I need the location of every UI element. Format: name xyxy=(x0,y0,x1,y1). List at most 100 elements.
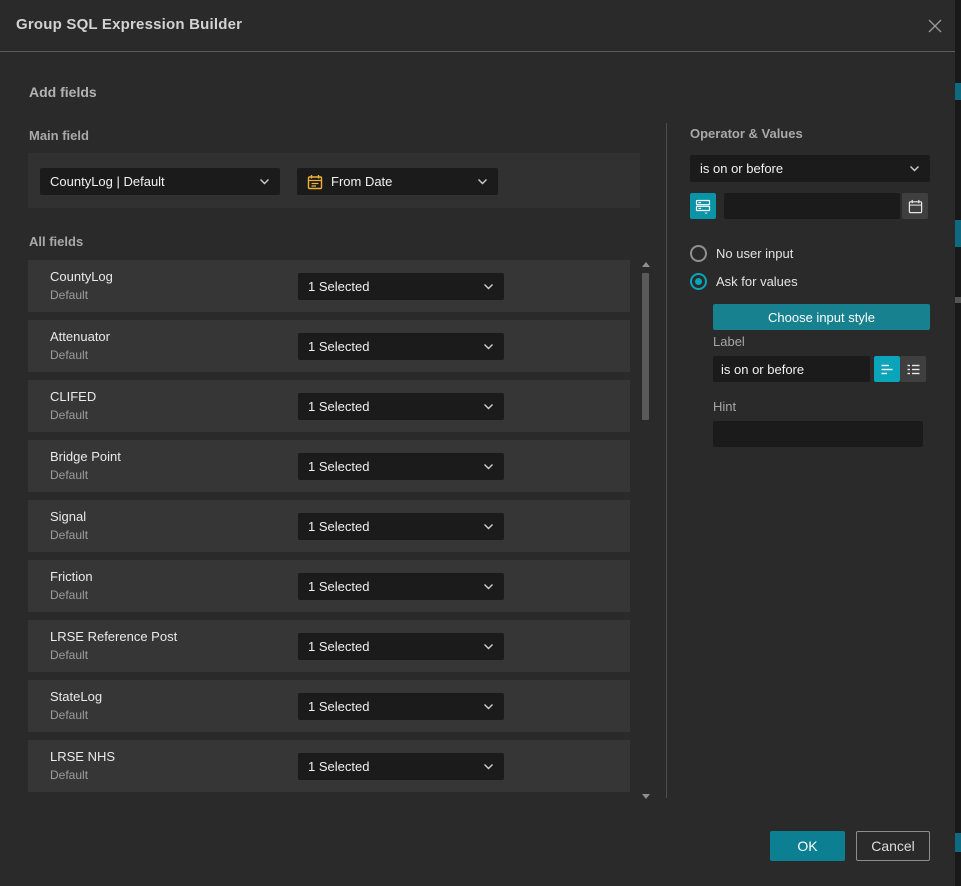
field-selected-dropdown[interactable]: 1 Selected xyxy=(298,393,504,420)
field-name: CountyLog xyxy=(50,269,113,284)
field-row: Signal Default 1 Selected xyxy=(28,500,630,552)
chevron-down-icon xyxy=(483,763,494,770)
field-selected-dropdown[interactable]: 1 Selected xyxy=(298,513,504,540)
field-subtitle: Default xyxy=(50,408,88,422)
date-picker-button[interactable] xyxy=(902,193,928,219)
field-name: Attenuator xyxy=(50,329,110,344)
scrollbar-down-button[interactable] xyxy=(641,794,650,800)
dataset-select-value: CountyLog | Default xyxy=(50,174,165,189)
field-selected-value: 1 Selected xyxy=(308,459,369,474)
field-selected-value: 1 Selected xyxy=(308,279,369,294)
chevron-down-icon xyxy=(483,463,494,470)
field-selected-value: 1 Selected xyxy=(308,519,369,534)
value-input[interactable] xyxy=(724,193,900,219)
field-row: StateLog Default 1 Selected xyxy=(28,680,630,732)
field-row: CountyLog Default 1 Selected xyxy=(28,260,630,312)
field-row: LRSE Reference Post Default 1 Selected xyxy=(28,620,630,672)
label-style-list-button[interactable] xyxy=(900,356,926,382)
field-selected-dropdown[interactable]: 1 Selected xyxy=(298,753,504,780)
operator-select-value: is on or before xyxy=(700,161,783,176)
hint-input[interactable] xyxy=(713,421,923,447)
column-divider xyxy=(666,123,667,798)
field-name: CLIFED xyxy=(50,389,96,404)
label-input[interactable] xyxy=(713,356,870,382)
field-selected-value: 1 Selected xyxy=(308,579,369,594)
calendar-icon xyxy=(307,174,323,190)
scrollbar-thumb[interactable] xyxy=(642,273,649,420)
field-subtitle: Default xyxy=(50,288,88,302)
field-subtitle: Default xyxy=(50,528,88,542)
label-style-single-button[interactable] xyxy=(874,356,900,382)
field-selected-value: 1 Selected xyxy=(308,699,369,714)
field-name: Bridge Point xyxy=(50,449,121,464)
chevron-down-icon xyxy=(483,523,494,530)
background-app-fragment xyxy=(955,220,961,247)
field-name: LRSE NHS xyxy=(50,749,115,764)
radio-circle-icon xyxy=(690,245,707,262)
all-fields-list: CountyLog Default 1 Selected Attenuator … xyxy=(28,260,630,792)
field-name: LRSE Reference Post xyxy=(50,629,177,644)
chevron-down-icon xyxy=(483,283,494,290)
field-subtitle: Default xyxy=(50,768,88,782)
field-subtitle: Default xyxy=(50,348,88,362)
choose-input-style-button[interactable]: Choose input style xyxy=(713,304,930,330)
field-name: StateLog xyxy=(50,689,102,704)
field-selected-value: 1 Selected xyxy=(308,399,369,414)
chevron-down-icon xyxy=(483,403,494,410)
chevron-down-icon xyxy=(483,583,494,590)
calendar-icon xyxy=(908,199,923,214)
background-app-fragment xyxy=(955,297,961,303)
add-fields-heading: Add fields xyxy=(29,84,97,100)
field-selected-dropdown[interactable]: 1 Selected xyxy=(298,333,504,360)
field-subtitle: Default xyxy=(50,708,88,722)
operator-select[interactable]: is on or before xyxy=(690,155,930,182)
field-row: LRSE NHS Default 1 Selected xyxy=(28,740,630,792)
dialog-title: Group SQL Expression Builder xyxy=(16,16,242,33)
radio-selected-icon xyxy=(690,273,707,290)
hint-caption: Hint xyxy=(713,399,736,414)
radio-ask-for-values-label: Ask for values xyxy=(716,274,798,289)
field-selected-value: 1 Selected xyxy=(308,339,369,354)
field-row: Friction Default 1 Selected xyxy=(28,560,630,612)
field-row: Attenuator Default 1 Selected xyxy=(28,320,630,372)
chevron-down-icon xyxy=(483,343,494,350)
chevron-down-icon xyxy=(477,178,488,185)
radio-no-user-input[interactable]: No user input xyxy=(690,245,793,262)
field-selected-dropdown[interactable]: 1 Selected xyxy=(298,633,504,660)
dataset-select[interactable]: CountyLog | Default xyxy=(40,168,280,195)
chevron-down-icon xyxy=(483,703,494,710)
main-field-select[interactable]: From Date xyxy=(297,168,498,195)
background-app-edge xyxy=(955,0,961,886)
align-left-icon xyxy=(880,363,895,376)
field-selected-dropdown[interactable]: 1 Selected xyxy=(298,573,504,600)
value-source-picker-button[interactable] xyxy=(690,193,716,219)
chevron-down-icon xyxy=(909,165,920,172)
background-app-fragment xyxy=(955,833,961,852)
field-subtitle: Default xyxy=(50,468,88,482)
scrollbar-up-button[interactable] xyxy=(641,262,650,268)
ok-button[interactable]: OK xyxy=(770,831,845,861)
close-button[interactable] xyxy=(922,13,948,39)
main-field-select-value: From Date xyxy=(331,174,392,189)
background-app-fragment xyxy=(955,83,961,100)
operator-values-heading: Operator & Values xyxy=(690,126,803,141)
close-icon xyxy=(926,17,944,35)
field-selected-value: 1 Selected xyxy=(308,759,369,774)
field-selected-dropdown[interactable]: 1 Selected xyxy=(298,273,504,300)
cancel-button[interactable]: Cancel xyxy=(856,831,930,861)
field-subtitle: Default xyxy=(50,588,88,602)
chevron-down-icon xyxy=(259,178,270,185)
field-selected-dropdown[interactable]: 1 Selected xyxy=(298,453,504,480)
bulleted-list-icon xyxy=(906,363,921,376)
field-name: Signal xyxy=(50,509,86,524)
stacked-values-icon xyxy=(695,198,711,214)
main-field-heading: Main field xyxy=(29,128,89,143)
all-fields-heading: All fields xyxy=(29,234,83,249)
field-row: Bridge Point Default 1 Selected xyxy=(28,440,630,492)
radio-no-user-input-label: No user input xyxy=(716,246,793,261)
radio-ask-for-values[interactable]: Ask for values xyxy=(690,273,798,290)
chevron-down-icon xyxy=(483,643,494,650)
triangle-down-icon xyxy=(642,794,650,799)
triangle-up-icon xyxy=(642,262,650,267)
field-selected-dropdown[interactable]: 1 Selected xyxy=(298,693,504,720)
